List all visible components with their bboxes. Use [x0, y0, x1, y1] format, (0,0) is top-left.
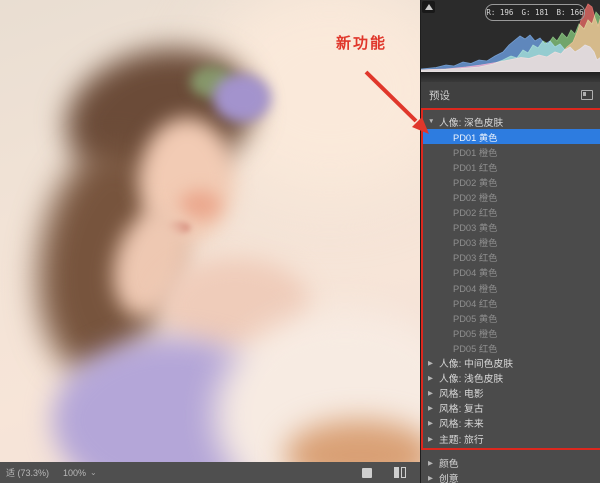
- preset-item-row[interactable]: PD02 黄色: [421, 174, 600, 189]
- preset-item-label: PD01 黄色: [453, 132, 498, 143]
- preset-item-row[interactable]: PD04 黄色: [421, 265, 600, 280]
- preset-item-row[interactable]: PD05 橙色: [421, 325, 600, 340]
- preset-group-label: 人像: 中间色皮肤: [439, 359, 514, 371]
- shadow-clipping-icon[interactable]: [422, 1, 435, 13]
- single-view-icon[interactable]: [362, 467, 372, 478]
- chevron-right-icon[interactable]: ▶: [428, 435, 439, 443]
- preset-item-row[interactable]: PD04 橙色: [421, 280, 600, 295]
- chevron-right-icon[interactable]: ▶: [428, 419, 439, 427]
- chevron-right-icon[interactable]: ▶: [428, 374, 439, 382]
- preset-item-label: PD03 橙色: [453, 238, 498, 249]
- preset-group-row[interactable]: ▶ 人像: 中间色皮肤: [421, 356, 600, 371]
- preset-item-row[interactable]: PD03 黄色: [421, 220, 600, 235]
- after-pane-icon: [401, 467, 406, 478]
- preset-item-label: PD05 黄色: [453, 313, 498, 324]
- preset-item-row[interactable]: PD02 红色: [421, 205, 600, 220]
- preset-group-row[interactable]: ▶ 主题: 旅行: [421, 431, 600, 446]
- photo-canvas[interactable]: [0, 0, 420, 462]
- preset-group-row[interactable]: ▶ 风格: 电影: [421, 386, 600, 401]
- app-window: 新功能 适 (73.3%) 100% ⌄ R: 196 G: 181 B: 16…: [0, 0, 600, 483]
- rgb-r-value: R: 196: [486, 8, 514, 17]
- preset-item-row[interactable]: PD02 橙色: [421, 189, 600, 204]
- rgb-g-value: G: 181: [521, 8, 549, 17]
- preset-item-label: PD04 橙色: [453, 283, 498, 294]
- preset-group-row[interactable]: ▶ 颜色: [421, 455, 600, 470]
- chevron-right-icon[interactable]: ▶: [428, 404, 439, 412]
- zoom-level-value: 100%: [63, 467, 87, 478]
- preset-item-label: PD02 黄色: [453, 177, 498, 188]
- photo-hair-side: [24, 137, 186, 383]
- chevron-right-icon[interactable]: ▶: [428, 359, 439, 367]
- panel-divider: [421, 72, 600, 82]
- preset-item-row[interactable]: PD05 黄色: [421, 310, 600, 325]
- histogram[interactable]: R: 196 G: 181 B: 166: [421, 0, 600, 72]
- preset-group-label: 风格: 电影: [439, 389, 484, 401]
- preset-item-label: PD01 橙色: [453, 147, 498, 158]
- preset-group-label: 风格: 未来: [439, 419, 484, 431]
- rgb-b-value: B: 166: [556, 8, 584, 17]
- preset-item-label: PD02 橙色: [453, 193, 498, 204]
- chevron-right-icon[interactable]: ▶: [428, 474, 439, 482]
- photo-dress: [52, 337, 288, 462]
- preset-item-label: PD01 红色: [453, 162, 498, 173]
- preset-item-label: PD05 橙色: [453, 328, 498, 339]
- photo-lips: [166, 222, 190, 234]
- preset-item-row[interactable]: PD01 红色: [421, 159, 600, 174]
- preset-item-row[interactable]: PD05 红色: [421, 340, 600, 355]
- photo-hand: [100, 197, 204, 327]
- presets-title: 预设: [429, 89, 450, 102]
- before-after-view-icon[interactable]: [394, 467, 406, 478]
- before-pane-icon: [394, 467, 399, 478]
- preset-group-row[interactable]: ▶ 风格: 未来: [421, 416, 600, 431]
- preset-group-row[interactable]: ▶ 创意: [421, 470, 600, 483]
- preset-item-row[interactable]: PD01 黄色: [421, 129, 600, 145]
- photo-shoulder: [160, 257, 310, 353]
- photo-warm-shadow: [285, 420, 420, 462]
- new-feature-annotation: 新功能: [336, 35, 388, 52]
- photo-tulle: [215, 310, 420, 462]
- preset-item-label: PD04 黄色: [453, 268, 498, 279]
- status-bar: 适 (73.3%) 100% ⌄: [0, 462, 420, 483]
- preset-item-label: PD03 黄色: [453, 223, 498, 234]
- photo-hair-top: [53, 31, 267, 199]
- view-mode-buttons: [362, 467, 406, 478]
- fit-zoom-label: 适 (73.3%): [6, 468, 50, 478]
- zoom-level-dropdown[interactable]: 100% ⌄: [63, 468, 97, 478]
- presets-header: 预设: [421, 82, 600, 108]
- rgb-readout: R: 196 G: 181 B: 166: [485, 4, 585, 21]
- preset-item-row[interactable]: PD04 红色: [421, 295, 600, 310]
- preset-group-label: 创意: [439, 473, 459, 483]
- preset-item-label: PD04 红色: [453, 298, 498, 309]
- photo-blush: [179, 190, 221, 220]
- presets-panel-toggle-icon[interactable]: [581, 90, 593, 100]
- photo-face: [139, 117, 235, 243]
- chevron-down-icon: ⌄: [90, 468, 97, 477]
- preset-group-label: 风格: 复古: [439, 404, 484, 416]
- preset-item-label: PD02 红色: [453, 208, 498, 219]
- preset-item-label: PD05 红色: [453, 343, 498, 354]
- preset-item-row[interactable]: PD03 红色: [421, 250, 600, 265]
- photo-flower-leaves: [190, 66, 234, 98]
- preset-list: ▼ 人像: 深色皮肤 PD01 黄色 PD01 橙色 PD01 红色 PD02 黄色 PD0…: [421, 114, 600, 483]
- preset-group-row[interactable]: ▶ 人像: 浅色皮肤: [421, 371, 600, 386]
- preset-group-label: 人像: 深色皮肤: [439, 117, 504, 129]
- preset-group-row[interactable]: ▼ 人像: 深色皮肤: [421, 114, 600, 129]
- preset-group-label: 人像: 浅色皮肤: [439, 374, 504, 386]
- chevron-right-icon[interactable]: ▶: [428, 389, 439, 397]
- photo-flower-purple: [213, 74, 271, 122]
- right-panel: R: 196 G: 181 B: 166 预设 ▼ 人像: 深色皮肤 PD01 黄色…: [420, 0, 600, 483]
- preset-item-label: PD03 红色: [453, 253, 498, 264]
- photo-glow: [200, 0, 420, 200]
- preset-group-label: 主题: 旅行: [439, 434, 484, 446]
- preset-item-row[interactable]: PD03 橙色: [421, 235, 600, 250]
- preset-group-label: 颜色: [439, 458, 459, 470]
- chevron-right-icon[interactable]: ▶: [428, 459, 439, 467]
- preset-group-row[interactable]: ▶ 风格: 复古: [421, 401, 600, 416]
- preset-item-row[interactable]: PD01 橙色: [421, 144, 600, 159]
- chevron-down-icon[interactable]: ▼: [428, 118, 439, 125]
